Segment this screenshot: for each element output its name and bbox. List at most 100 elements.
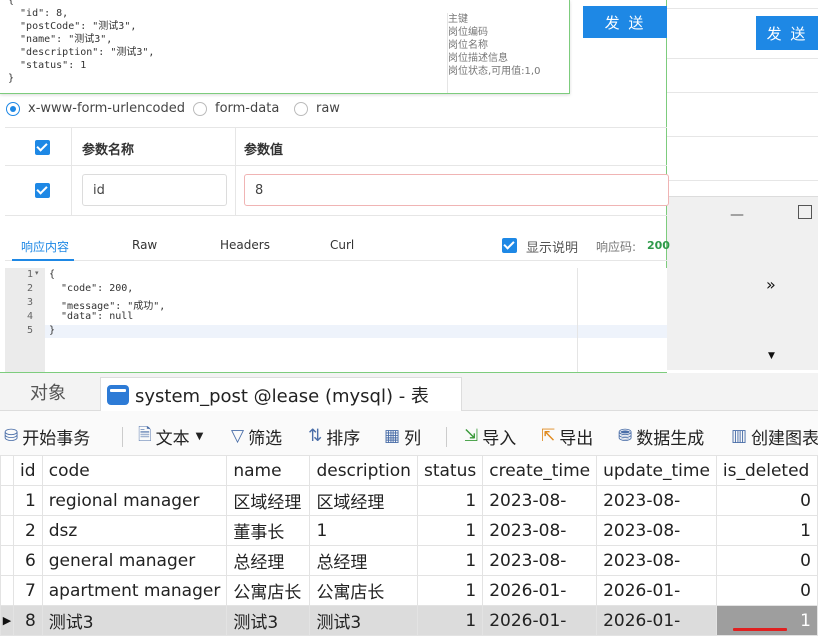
dropdown-arrow-icon[interactable]: ▼ <box>768 351 775 361</box>
import-button[interactable]: ⇲ 导入 <box>464 424 516 449</box>
table-cell[interactable]: 测试3 <box>226 605 311 636</box>
table-cell[interactable]: 0 <box>715 545 818 576</box>
table-cell[interactable]: 1 <box>13 485 43 516</box>
table-cell[interactable]: 测试3 <box>41 605 228 636</box>
filter-button[interactable]: ▽ 筛选 <box>231 424 282 449</box>
table-cell[interactable]: 2026-01- <box>596 575 717 606</box>
table-row[interactable]: 1 regional manager 区域经理 区域经理 1 2023-08- … <box>0 485 818 516</box>
table-cell-focused[interactable]: 1 <box>715 605 818 636</box>
data-generation-button[interactable]: ⛃ 数据生成 <box>618 424 704 449</box>
tab-response-content[interactable]: 响应内容 <box>21 238 69 255</box>
table-cell[interactable]: 2026-01- <box>596 605 717 636</box>
table-row-selected[interactable]: ▶ 8 测试3 测试3 测试3 1 2026-01- 2026-01- 1 <box>0 605 818 636</box>
table-cell[interactable]: 7 <box>13 575 43 606</box>
table-cell[interactable]: 1 <box>416 485 484 516</box>
column-header[interactable]: status <box>416 455 484 486</box>
column-header[interactable]: id <box>13 455 43 486</box>
table-cell[interactable]: 公寓店长 <box>226 575 311 606</box>
table-cell[interactable]: 1 <box>416 545 484 576</box>
table-cell[interactable]: 2023-08- <box>482 485 598 516</box>
table-cell[interactable]: 总经理 <box>226 545 311 576</box>
table-cell[interactable]: 总经理 <box>309 545 418 576</box>
table-row[interactable]: 6 general manager 总经理 总经理 1 2023-08- 202… <box>0 545 818 576</box>
radio-dot[interactable] <box>193 101 207 116</box>
row-indicator[interactable] <box>0 515 15 546</box>
line-number: 1 <box>26 269 33 280</box>
table-cell[interactable]: 6 <box>13 545 43 576</box>
radio-raw[interactable]: raw <box>294 101 340 116</box>
line-number: 5 <box>26 325 33 336</box>
tab-raw[interactable]: Raw <box>132 238 157 252</box>
column-header[interactable]: create_time <box>482 455 598 486</box>
column-header[interactable]: code <box>41 455 228 486</box>
json-line: } <box>8 73 15 84</box>
radio-dot[interactable] <box>6 101 20 116</box>
background-send-button[interactable]: 发 送 <box>756 16 818 50</box>
column-header[interactable]: update_time <box>596 455 717 486</box>
tab-headers[interactable]: Headers <box>220 238 270 252</box>
table-cell[interactable]: 1 <box>309 515 418 546</box>
table-cell[interactable]: 2023-08- <box>482 515 598 546</box>
param-name-input[interactable]: id <box>82 174 227 206</box>
table-cell[interactable]: dsz <box>41 515 228 546</box>
table-cell[interactable]: 0 <box>715 485 818 516</box>
table-cell[interactable]: 0 <box>715 575 818 606</box>
table-cell[interactable]: 1 <box>416 515 484 546</box>
minimize-icon[interactable]: — <box>730 207 744 223</box>
comment-line: 主键 <box>448 14 468 25</box>
table-cell[interactable]: 2023-08- <box>596 515 717 546</box>
columns-button[interactable]: ▦ 列 <box>384 424 421 449</box>
row-indicator[interactable] <box>0 485 15 516</box>
table-cell[interactable]: general manager <box>41 545 228 576</box>
table-cell[interactable]: 2026-01- <box>482 605 598 636</box>
divider <box>235 166 236 215</box>
show-desc-label: 显示说明 <box>526 241 579 256</box>
text-button[interactable]: 🗎 文本 ▼ <box>138 424 203 449</box>
show-desc-checkbox[interactable] <box>502 238 517 253</box>
table-cell[interactable]: 1 <box>416 575 484 606</box>
table-cell[interactable]: 测试3 <box>309 605 418 636</box>
tab-table-system-post[interactable]: system_post @lease (mysql) - 表 <box>100 377 462 411</box>
table-row[interactable]: 7 apartment manager 公寓店长 公寓店长 1 2026-01-… <box>0 575 818 606</box>
radio-label: x-www-form-urlencoded <box>28 101 186 116</box>
table-cell[interactable]: regional manager <box>41 485 228 516</box>
table-cell[interactable]: 2026-01- <box>482 575 598 606</box>
overflow-chevron-icon[interactable]: » <box>766 275 776 294</box>
column-header[interactable]: is_deleted <box>715 455 818 486</box>
send-button[interactable]: 发 送 <box>583 6 667 38</box>
row-indicator[interactable] <box>0 545 15 576</box>
create-chart-button[interactable]: ▥ 创建图表 <box>731 424 818 449</box>
table-cell[interactable]: 董事长 <box>226 515 311 546</box>
column-header[interactable]: name <box>226 455 311 486</box>
response-editor[interactable]: 1 2 3 4 5 ▾ { "code": 200, "message": "成… <box>5 268 667 372</box>
tab-objects[interactable]: 对象 <box>0 373 96 411</box>
current-row-arrow-icon[interactable]: ▶ <box>0 605 15 636</box>
column-header[interactable]: description <box>309 455 418 486</box>
radio-form-data[interactable]: form-data <box>193 101 279 116</box>
table-row[interactable]: 2 dsz 董事长 1 1 2023-08- 2023-08- 1 <box>0 515 818 546</box>
table-cell[interactable]: 区域经理 <box>226 485 311 516</box>
select-all-checkbox[interactable] <box>35 140 50 155</box>
radio-urlencoded[interactable]: x-www-form-urlencoded <box>6 101 185 116</box>
table-cell[interactable]: 公寓店长 <box>309 575 418 606</box>
table-cell[interactable]: 1 <box>715 515 818 546</box>
row-indicator[interactable] <box>0 575 15 606</box>
fold-arrow-icon[interactable]: ▾ <box>35 269 39 277</box>
maximize-icon[interactable] <box>798 205 812 219</box>
table-cell[interactable]: 2023-08- <box>596 485 717 516</box>
tab-curl[interactable]: Curl <box>330 238 354 252</box>
export-button[interactable]: ⇱ 导出 <box>541 424 593 449</box>
begin-transaction-button[interactable]: ⛁ 开始事务 <box>4 424 90 449</box>
radio-dot[interactable] <box>294 101 308 116</box>
table-cell[interactable]: apartment manager <box>41 575 228 606</box>
table-cell[interactable]: 8 <box>13 605 43 636</box>
table-cell[interactable]: 区域经理 <box>309 485 418 516</box>
comment-line: 岗位编码 <box>448 27 488 38</box>
table-cell[interactable]: 2023-08- <box>596 545 717 576</box>
table-cell[interactable]: 2023-08- <box>482 545 598 576</box>
param-value-input[interactable]: 8 <box>244 174 669 206</box>
param-row-checkbox[interactable] <box>35 183 50 198</box>
sort-button[interactable]: ⇅ 排序 <box>308 424 360 449</box>
table-cell[interactable]: 2 <box>13 515 43 546</box>
table-cell[interactable]: 1 <box>416 605 484 636</box>
